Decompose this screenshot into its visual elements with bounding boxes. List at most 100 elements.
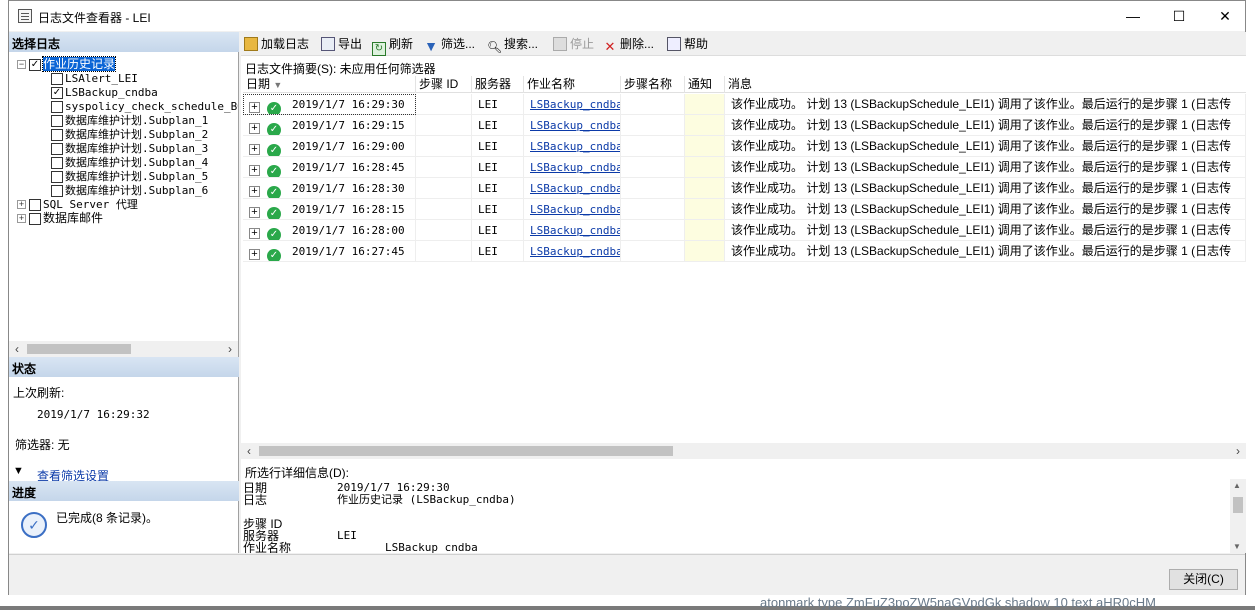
tree-item-checkbox[interactable] xyxy=(51,184,63,197)
tree-item-checkbox[interactable]: ✓ xyxy=(51,86,63,99)
job-cell[interactable]: LSBackup_cndba xyxy=(524,220,621,241)
export-button[interactable]: 导出 xyxy=(321,35,362,53)
column-header-step-name[interactable]: 步骤名称 xyxy=(621,76,685,93)
refresh-button[interactable]: ↻ 刷新 xyxy=(372,35,413,56)
tree-item[interactable]: − ✓ 作业历史记录 xyxy=(17,56,117,72)
detail-value: LSBackup_cndba xyxy=(385,541,478,554)
tree-item[interactable]: 数据库维护计划.Subplan_6 xyxy=(51,183,208,197)
stop-button[interactable]: 停止 xyxy=(553,35,594,53)
tree-item-checkbox[interactable]: ✓ xyxy=(29,58,41,71)
table-row[interactable]: + ✓ 2019/1/7 16:27:45 LEI LSBackup_cndba 该作业成… xyxy=(243,241,1246,262)
message-cell: 该作业成功。 计划 13 (LSBackupSchedule_LEI1) 调用了… xyxy=(725,199,1246,220)
close-window-button[interactable]: ✕ xyxy=(1202,1,1248,31)
tree-horizontal-scrollbar[interactable]: ‹ › xyxy=(9,341,238,357)
expand-row-icon[interactable]: + xyxy=(249,249,260,260)
expand-row-icon[interactable]: + xyxy=(249,102,260,113)
collapse-icon[interactable]: − xyxy=(17,60,26,70)
column-header-notification[interactable]: 通知 xyxy=(685,76,725,93)
table-row[interactable]: + ✓ 2019/1/7 16:28:00 LEI LSBackup_cndba 该作业成… xyxy=(243,220,1246,241)
date-text: 2019/1/7 16:28:15 xyxy=(292,203,405,216)
grid-scroll-left-icon[interactable]: ‹ xyxy=(241,443,257,459)
column-header-server[interactable]: 服务器 xyxy=(472,76,524,93)
empty-cell xyxy=(621,115,685,136)
scroll-thumb[interactable] xyxy=(27,344,131,354)
collapse-arrow-icon[interactable]: ▼ xyxy=(13,465,24,477)
job-cell[interactable]: LSBackup_cndba xyxy=(524,136,621,157)
search-button[interactable]: 🔍︎ 搜索... xyxy=(487,35,538,54)
load-log-button[interactable]: 加载日志 xyxy=(244,35,309,53)
table-row[interactable]: + ✓ 2019/1/7 16:28:45 LEI LSBackup_cndba 该作业成… xyxy=(243,157,1246,178)
empty-cell xyxy=(685,136,725,157)
job-cell[interactable]: LSBackup_cndba xyxy=(524,115,621,136)
details-scroll-thumb[interactable] xyxy=(1233,497,1243,513)
tree-item[interactable]: ✓ LSBackup_cndba xyxy=(51,85,158,99)
job-cell[interactable]: LSBackup_cndba xyxy=(524,178,621,199)
close-button[interactable]: 关闭(C) xyxy=(1169,569,1238,590)
tree-item-checkbox[interactable] xyxy=(51,170,63,183)
expand-row-icon[interactable]: + xyxy=(249,228,260,239)
tree-item-checkbox[interactable] xyxy=(51,100,63,113)
tree-item[interactable]: 数据库维护计划.Subplan_2 xyxy=(51,127,208,141)
stop-icon xyxy=(553,37,567,51)
filter-button[interactable]: ▼ 筛选... xyxy=(424,35,475,53)
job-cell[interactable]: LSBackup_cndba xyxy=(524,157,621,178)
tree-item[interactable]: syspolicy_check_schedule_B0EC xyxy=(51,99,238,113)
table-row[interactable]: + ✓ 2019/1/7 16:29:30 LEI LSBackup_cndba 该作业成… xyxy=(243,94,1246,115)
date-cell: + ✓ 2019/1/7 16:28:15 xyxy=(243,199,416,220)
tree-item-checkbox[interactable] xyxy=(51,114,63,127)
refresh-icon: ↻ xyxy=(372,42,386,56)
column-header-job-name[interactable]: 作业名称 xyxy=(524,76,621,93)
tree-item[interactable]: 数据库维护计划.Subplan_4 xyxy=(51,155,208,169)
expand-row-icon[interactable]: + xyxy=(249,144,260,155)
empty-cell xyxy=(685,241,725,262)
empty-cell xyxy=(685,115,725,136)
scroll-down-icon[interactable]: ▼ xyxy=(1233,542,1241,551)
table-row[interactable]: + ✓ 2019/1/7 16:29:15 LEI LSBackup_cndba 该作业成… xyxy=(243,115,1246,136)
scroll-right-icon[interactable]: › xyxy=(222,341,238,357)
tree-item-checkbox[interactable] xyxy=(51,156,63,169)
tree-item-label: 数据库维护计划.Subplan_2 xyxy=(65,128,209,141)
expand-icon[interactable]: + xyxy=(17,214,26,224)
message-cell: 该作业成功。 计划 13 (LSBackupSchedule_LEI1) 调用了… xyxy=(725,178,1246,199)
minimize-button[interactable]: — xyxy=(1110,1,1156,31)
grid-horizontal-scrollbar[interactable]: ‹ › xyxy=(241,443,1246,459)
tree-item[interactable]: + SQL Server 代理 xyxy=(17,197,138,211)
tree-item[interactable]: LSAlert_LEI xyxy=(51,71,138,85)
table-row[interactable]: + ✓ 2019/1/7 16:29:00 LEI LSBackup_cndba 该作业成… xyxy=(243,136,1246,157)
tree-item[interactable]: 数据库维护计划.Subplan_3 xyxy=(51,141,208,155)
column-header-step-id[interactable]: 步骤 ID xyxy=(416,76,472,93)
tree-item-checkbox[interactable] xyxy=(29,198,41,211)
delete-button[interactable]: ✕ 删除... xyxy=(603,35,654,54)
details-vertical-scrollbar[interactable]: ▲ ▼ xyxy=(1230,479,1246,553)
job-cell[interactable]: LSBackup_cndba xyxy=(524,94,621,115)
tree-item-label: 数据库邮件 xyxy=(43,211,104,225)
grid-scroll-right-icon[interactable]: › xyxy=(1230,443,1246,459)
grid-scroll-thumb[interactable] xyxy=(259,446,673,456)
title-bar[interactable]: 日志文件查看器 - LEI — ☐ ✕ xyxy=(9,1,1245,31)
tree-item-checkbox[interactable] xyxy=(51,72,63,85)
help-button[interactable]: 帮助 xyxy=(667,35,708,53)
table-row[interactable]: + ✓ 2019/1/7 16:28:15 LEI LSBackup_cndba 该作业成… xyxy=(243,199,1246,220)
expand-icon[interactable]: + xyxy=(17,200,26,210)
tree-item[interactable]: 数据库维护计划.Subplan_5 xyxy=(51,169,208,183)
tree-item[interactable]: + 数据库邮件 xyxy=(17,211,103,225)
tree-item-checkbox[interactable] xyxy=(29,212,41,225)
tree-item-checkbox[interactable] xyxy=(51,142,63,155)
tree-item[interactable]: 数据库维护计划.Subplan_1 xyxy=(51,113,208,127)
job-cell[interactable]: LSBackup_cndba xyxy=(524,199,621,220)
job-cell[interactable]: LSBackup_cndba xyxy=(524,241,621,262)
column-header-message[interactable]: 消息 xyxy=(725,76,1246,93)
scroll-up-icon[interactable]: ▲ xyxy=(1233,481,1241,490)
maximize-button[interactable]: ☐ xyxy=(1156,1,1202,31)
date-text: 2019/1/7 16:28:00 xyxy=(292,224,405,237)
detail-value: LEI xyxy=(337,529,357,542)
expand-row-icon[interactable]: + xyxy=(249,207,260,218)
expand-row-icon[interactable]: + xyxy=(249,123,260,134)
column-header-date[interactable]: 日期 ▼ xyxy=(243,76,416,93)
table-row[interactable]: + ✓ 2019/1/7 16:28:30 LEI LSBackup_cndba 该作业成… xyxy=(243,178,1246,199)
scroll-left-icon[interactable]: ‹ xyxy=(9,341,25,357)
load-log-label: 加载日志 xyxy=(261,37,310,51)
expand-row-icon[interactable]: + xyxy=(249,186,260,197)
expand-row-icon[interactable]: + xyxy=(249,165,260,176)
tree-item-checkbox[interactable] xyxy=(51,128,63,141)
